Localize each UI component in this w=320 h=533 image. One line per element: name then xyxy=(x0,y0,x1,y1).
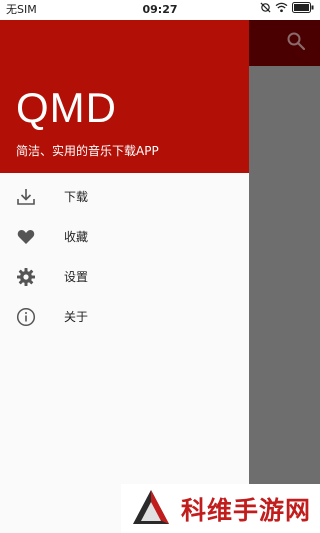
battery-icon xyxy=(292,0,314,20)
menu-item-about[interactable]: 关于 xyxy=(0,297,249,337)
watermark: 科维手游网 xyxy=(121,484,320,533)
info-icon xyxy=(16,307,36,327)
wifi-icon xyxy=(275,0,288,20)
status-bar: 无SIM 09:27 xyxy=(0,0,320,20)
menu-item-label: 下载 xyxy=(64,190,89,204)
gear-icon xyxy=(16,267,36,287)
menu-item-label: 收藏 xyxy=(64,230,89,244)
download-icon xyxy=(16,187,36,207)
search-icon xyxy=(286,32,306,55)
drawer-header: QMD 简洁、实用的音乐下载APP xyxy=(0,20,249,173)
menu-item-label: 设置 xyxy=(64,270,89,284)
watermark-text: 科维手游网 xyxy=(181,496,312,525)
app-name: QMD xyxy=(16,84,117,131)
alarm-off-icon xyxy=(260,0,271,20)
menu-item-favorites[interactable]: 收藏 xyxy=(0,217,249,257)
menu-item-label: 关于 xyxy=(64,310,89,324)
status-icons xyxy=(260,0,314,20)
menu-item-download[interactable]: 下载 xyxy=(0,177,249,217)
drawer-menu: 下载 收藏 设置 关于 xyxy=(0,177,249,337)
menu-item-settings[interactable]: 设置 xyxy=(0,257,249,297)
watermark-logo-icon xyxy=(131,488,171,528)
navigation-drawer: QMD 简洁、实用的音乐下载APP 下载 收藏 设置 关于 xyxy=(0,20,249,533)
drawer-scrim[interactable] xyxy=(249,66,320,533)
app-tagline: 简洁、实用的音乐下载APP xyxy=(16,144,159,158)
heart-icon xyxy=(16,227,36,247)
search-button[interactable] xyxy=(286,31,310,55)
